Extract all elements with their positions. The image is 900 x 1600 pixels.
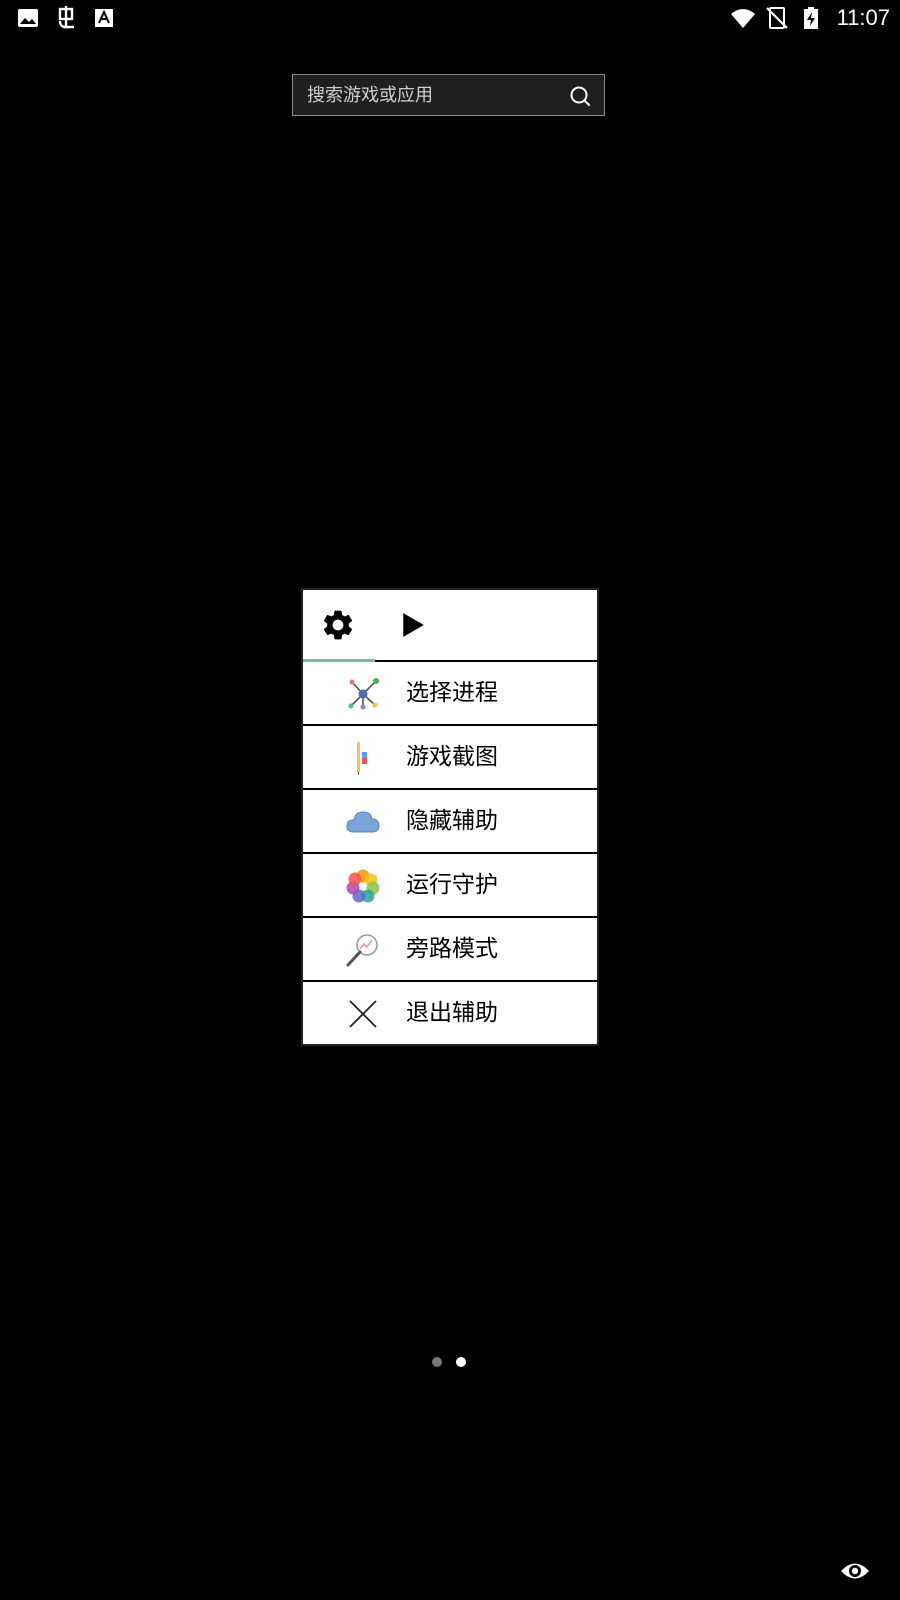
page-indicator (432, 1357, 466, 1367)
assistant-menu-panel: 选择进程 游戏截图 隐藏辅助 运行守护 旁路模式 退出辅助 (301, 588, 599, 1046)
menu-item-run-guard[interactable]: 运行守护 (303, 854, 597, 918)
menu-item-label: 退出辅助 (406, 1000, 498, 1026)
wifi-icon (730, 9, 755, 28)
gear-icon (323, 610, 353, 640)
font-icon (95, 9, 113, 27)
page-dot-active[interactable] (456, 1357, 466, 1367)
image-icon (18, 9, 38, 27)
search-input[interactable] (307, 75, 557, 115)
menu-item-label: 游戏截图 (406, 744, 498, 770)
menu-item-bypass-mode[interactable]: 旁路模式 (303, 918, 597, 982)
menu-item-label: 运行守护 (406, 872, 498, 898)
menu-item-exit-assistant[interactable]: 退出辅助 (303, 982, 597, 1044)
close-icon (349, 1000, 377, 1028)
eye-icon[interactable] (840, 1560, 870, 1582)
clock: 11:07 (836, 5, 890, 30)
menu-item-label: 选择进程 (406, 680, 498, 706)
flower-icon (346, 869, 380, 903)
status-bar-notifications (16, 6, 116, 30)
bug-icon (58, 6, 74, 29)
play-icon (403, 613, 424, 637)
tab-settings[interactable] (303, 590, 375, 662)
cloud-icon (346, 811, 380, 833)
menu-item-label: 旁路模式 (406, 936, 498, 962)
menu-item-hide-assistant[interactable]: 隐藏辅助 (303, 790, 597, 854)
battery-charging-icon (803, 7, 818, 29)
menu-item-select-process[interactable]: 选择进程 (303, 662, 597, 726)
search-box[interactable] (292, 74, 605, 116)
tab-play[interactable] (378, 590, 450, 660)
menu-item-game-screenshot[interactable]: 游戏截图 (303, 726, 597, 790)
menu-item-label: 隐藏辅助 (406, 808, 498, 834)
search-icon[interactable] (568, 84, 592, 108)
status-bar-system: 11:07 (730, 4, 890, 32)
menu-tabs (303, 590, 597, 662)
status-bar: 11:07 (0, 0, 900, 38)
menu-list: 选择进程 游戏截图 隐藏辅助 运行守护 旁路模式 退出辅助 (303, 662, 597, 1044)
process-network-icon (348, 678, 379, 710)
magnifier-chart-icon (346, 934, 378, 967)
no-signal-icon (765, 7, 788, 29)
screenshot-icon (357, 742, 367, 775)
page-dot[interactable] (432, 1357, 442, 1367)
